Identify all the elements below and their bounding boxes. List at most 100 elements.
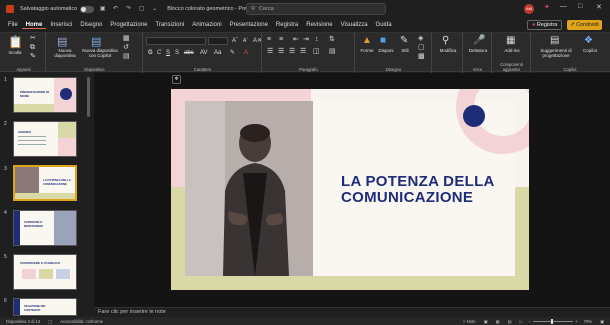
bullets-icon[interactable]: ≡ xyxy=(267,36,271,44)
arrange-label[interactable]: Disponi xyxy=(376,48,396,53)
copy-icon[interactable]: ⧉ xyxy=(30,44,35,52)
strikethrough-icon[interactable]: abc xyxy=(184,49,194,57)
copilot-slide-icon[interactable]: ▤ xyxy=(91,36,101,48)
shape-fill-icon[interactable]: ◈ xyxy=(418,35,423,43)
bold-icon[interactable]: G xyxy=(148,49,153,57)
text-direction-icon[interactable]: ⇅ xyxy=(329,36,335,44)
shapes-label[interactable]: Forme xyxy=(358,48,376,53)
quick-styles-icon[interactable]: ✎ xyxy=(400,35,408,46)
zoom-slider[interactable] xyxy=(533,318,574,324)
menu-presentazione[interactable]: Presentazione xyxy=(226,22,272,28)
menu-registra[interactable]: Registra xyxy=(272,22,302,28)
indent-increase-icon[interactable]: ⇥ xyxy=(303,36,309,44)
align-left-icon[interactable]: ☰ xyxy=(267,48,273,56)
case-icon[interactable]: Aa xyxy=(214,49,221,57)
reading-view-icon[interactable]: ▤ xyxy=(504,319,516,324)
menu-inserisci[interactable]: Inserisci xyxy=(46,22,76,28)
microphone-icon[interactable]: 🎤 xyxy=(473,35,485,46)
highlight-icon[interactable]: ✎ xyxy=(230,49,235,57)
menu-disegno[interactable]: Disegno xyxy=(76,22,106,28)
paste-label[interactable]: Incolla xyxy=(4,50,26,55)
align-center-icon[interactable]: ☰ xyxy=(278,48,284,56)
justify-icon[interactable]: ☰ xyxy=(300,48,306,56)
notes-toggle[interactable]: ≡ Note xyxy=(459,319,479,324)
new-slide-icon[interactable]: ▤ xyxy=(57,36,67,48)
copilot-pen-icon[interactable]: ✦ xyxy=(544,3,550,11)
underline-icon[interactable]: S xyxy=(166,49,170,57)
slide-sorter-icon[interactable]: ▦ xyxy=(492,319,504,324)
share-button[interactable]: ↗ Condividi xyxy=(567,20,602,30)
slide-thumbnail-3[interactable]: LA POTENZA DELLA COMUNICAZIONE xyxy=(13,165,77,201)
slide-thumbnail-6[interactable]: SELEZIONE DEI CONTENUTI xyxy=(13,298,77,316)
menu-guida[interactable]: Guida xyxy=(372,22,396,28)
redo-icon[interactable]: ↷ xyxy=(124,5,133,14)
clear-format-icon[interactable]: A✕ xyxy=(253,37,262,45)
slide-thumbnail-1[interactable]: PRESENTAZIONE DI MODE xyxy=(13,77,77,113)
designer-icon[interactable]: ▤ xyxy=(550,35,559,46)
section-icon[interactable]: ▤ xyxy=(123,53,130,61)
dictation-label[interactable]: Dettatura xyxy=(464,48,492,53)
copilot-slide-icon[interactable]: ❖ xyxy=(172,75,181,84)
slide-thumbnail-4[interactable]: SUPERARE IL NERVOSISMO xyxy=(13,210,77,246)
italic-icon[interactable]: C xyxy=(157,49,161,57)
speaker-photo[interactable] xyxy=(185,101,313,276)
menu-revisione[interactable]: Revisione xyxy=(302,22,336,28)
slide-canvas[interactable]: LA POTENZA DELLA COMUNICAZIONE xyxy=(171,89,529,290)
shape-outline-icon[interactable]: ▢ xyxy=(418,44,425,52)
zoom-level[interactable]: 70% xyxy=(580,319,596,324)
columns-icon[interactable]: ◫ xyxy=(313,48,320,56)
design-suggestions-label[interactable]: Suggerimenti di progettazione xyxy=(534,48,578,58)
align-right-icon[interactable]: ☰ xyxy=(289,48,295,56)
font-size-field[interactable] xyxy=(208,37,228,45)
arrange-icon[interactable]: ■ xyxy=(380,35,386,46)
styles-label[interactable]: Stili xyxy=(396,48,414,53)
slide-title[interactable]: LA POTENZA DELLA COMUNICAZIONE xyxy=(341,174,495,206)
paste-icon[interactable]: 📋 xyxy=(8,36,23,49)
decrease-font-icon[interactable]: Aˇ xyxy=(243,37,248,45)
new-slide-copilot-label[interactable]: Nuova diapositiva con Copilot xyxy=(81,48,119,58)
layout-icon[interactable]: ▦ xyxy=(123,35,130,43)
shapes-icon[interactable]: ▲ xyxy=(362,35,372,46)
new-slide-label[interactable]: Nuova diapositiva xyxy=(49,48,81,58)
menu-progettazione[interactable]: Progettazione xyxy=(106,22,151,28)
cut-icon[interactable]: ✂ xyxy=(30,35,36,43)
menu-home[interactable]: Home xyxy=(21,22,47,29)
shape-effects-icon[interactable]: ▩ xyxy=(418,53,425,61)
find-icon[interactable]: ⚲ xyxy=(442,35,449,46)
indent-decrease-icon[interactable]: ⇤ xyxy=(293,36,299,44)
copilot-icon[interactable]: ❖ xyxy=(584,35,593,46)
format-painter-icon[interactable]: ✎ xyxy=(30,53,36,61)
menu-visualizza[interactable]: Visualizza xyxy=(337,22,372,28)
addins-icon[interactable]: ▦ xyxy=(506,35,515,46)
autosave-toggle[interactable] xyxy=(80,5,95,13)
search-box[interactable]: ⚲ Cerca xyxy=(246,3,386,15)
copilot-label[interactable]: Copilot xyxy=(578,48,602,53)
shadow-icon[interactable]: S xyxy=(175,49,179,57)
menu-file[interactable]: File xyxy=(4,22,22,28)
avatar[interactable]: AM xyxy=(524,4,534,14)
zoom-thumb[interactable] xyxy=(551,318,554,324)
thumbnail-scrollbar[interactable] xyxy=(87,77,90,117)
slide-thumbnail-5[interactable]: CONVINCERE IL PUBBLICO xyxy=(13,254,77,290)
normal-view-icon[interactable]: ▣ xyxy=(480,319,492,324)
present-icon[interactable]: ▢ xyxy=(137,5,146,14)
font-name-field[interactable] xyxy=(146,37,206,45)
smartart-icon[interactable]: ▤ xyxy=(329,48,336,56)
reset-icon[interactable]: ↺ xyxy=(123,44,129,52)
record-button[interactable]: ● Registra xyxy=(527,20,563,30)
accessibility-status[interactable]: Accessibilità: conforme xyxy=(56,319,107,324)
minimize-icon[interactable]: — xyxy=(560,3,567,10)
customize-qat-icon[interactable]: ⌄ xyxy=(150,5,159,14)
save-icon[interactable]: ▣ xyxy=(98,5,107,14)
slideshow-icon[interactable]: ▷ xyxy=(516,319,527,324)
addins-label[interactable]: Add-ins xyxy=(493,48,531,53)
fit-slide-icon[interactable]: ▣ xyxy=(596,319,608,324)
close-icon[interactable]: ✕ xyxy=(596,3,602,11)
increase-font-icon[interactable]: Aˆ xyxy=(232,37,238,45)
spacing-icon[interactable]: AV xyxy=(200,49,208,57)
line-spacing-icon[interactable]: ↕ xyxy=(315,36,319,44)
maximize-icon[interactable]: □ xyxy=(578,3,582,10)
font-color-icon[interactable]: A xyxy=(244,49,248,57)
language-icon[interactable]: ▢ xyxy=(44,319,56,324)
slide-thumbnail-2[interactable]: AGENDA xyxy=(13,121,77,157)
